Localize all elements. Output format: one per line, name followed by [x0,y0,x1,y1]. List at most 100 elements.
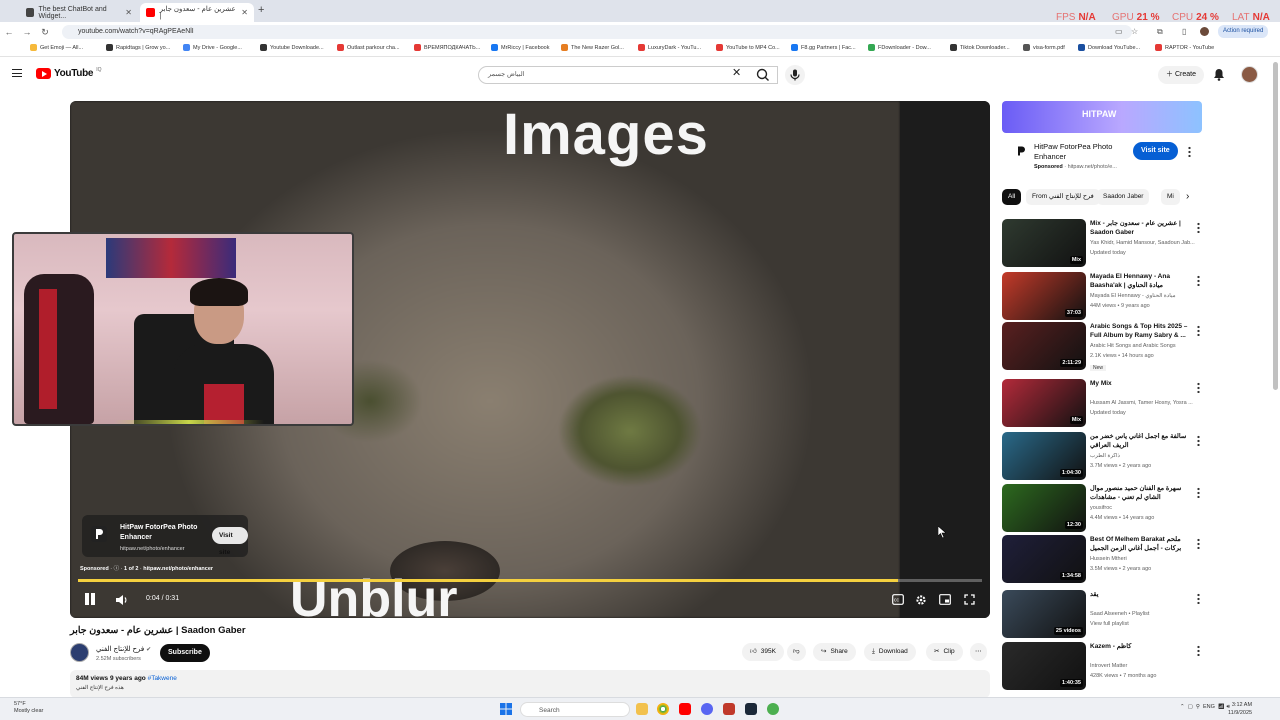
address-bar[interactable]: youtube.com/watch?v=qRAgPEAeNlI [62,25,1132,39]
bookmark-item[interactable]: Youtube Downloade... [260,44,324,51]
recommendation-item[interactable]: 2:11:29 Arabic Songs & Top Hits 2025 – Fu… [1002,322,1202,372]
recommendation-title[interactable]: Mix - عشرين عام - سعدون جابر | Saadon Ga… [1090,220,1192,237]
bookmark-item[interactable]: The New Razer Gol... [561,44,624,51]
more-options-icon[interactable] [1197,487,1200,498]
chip-more[interactable]: Mi [1161,189,1180,205]
video-thumbnail[interactable]: 37:03 [1002,272,1086,320]
video-thumbnail[interactable]: 2:11:29 [1002,322,1086,370]
app-icon[interactable] [767,703,779,715]
channel-avatar[interactable] [70,643,89,662]
like-button[interactable]: 👍︎ 395K [742,643,784,661]
close-icon[interactable]: ✕ [241,8,248,17]
settings-gear-icon[interactable] [915,594,927,606]
volume-icon[interactable] [115,594,129,606]
recommendation-title[interactable]: Arabic Songs & Top Hits 2025 – Full Albu… [1090,323,1192,340]
action-required-badge[interactable]: Action required [1218,25,1269,38]
clip-button[interactable]: ✂ Clip [926,643,963,661]
recommendation-title[interactable]: سهرة مع الفنان حميد منصور موال الشاي لم … [1090,485,1192,502]
create-button[interactable]: ＋ Create [1158,66,1204,84]
chip-saadon-jaber[interactable]: Saadon Jaber [1097,189,1150,205]
close-icon[interactable]: ✕ [125,8,132,17]
chip-from-channel[interactable]: From فرح للإنتاج الفني [1026,189,1100,205]
video-thumbnail[interactable]: 1:34:58 [1002,535,1086,583]
bookmark-item[interactable]: F8.gg Partners | Fac... [791,44,856,51]
bookmark-item[interactable]: My Drive - Google... [183,44,242,51]
more-options-icon[interactable] [1197,275,1200,286]
recommendation-title[interactable]: يقد [1090,591,1192,600]
share-button[interactable]: ↪ Share [813,643,856,661]
cast-icon[interactable]: ▭ [1115,27,1123,36]
more-options-icon[interactable] [1197,538,1200,549]
bookmark-item[interactable]: Download YouTube... [1078,44,1140,51]
system-tray[interactable]: ⌃ ▢ ⚲ ENG 📶︎ 🔊︎ [1180,704,1230,711]
account-avatar[interactable] [1241,66,1258,83]
miniplayer-icon[interactable] [939,594,951,605]
clock[interactable]: 3:12 AM 11/9/2025 [1228,701,1252,717]
hamburger-menu-icon[interactable] [12,69,22,77]
discord-icon[interactable] [701,703,713,715]
progress-bar[interactable] [78,579,982,582]
bookmark-item[interactable]: MrRiccy | Facebook [491,44,550,51]
sidebar-ad-banner[interactable]: HITPAW [1002,101,1202,133]
player-ad-card[interactable]: HitPaw FotorPea Photo Enhancer hitpaw.ne… [82,515,248,557]
weather-widget[interactable]: 57°F Mostly clear [14,701,43,715]
tab-youtube[interactable]: عشرين عام - سعدون جابر | ✕ [140,3,254,22]
recommendation-title[interactable]: سالفة مع أجمل أغاني ياس خضر من الريف الع… [1090,433,1192,450]
media-app-icon[interactable] [723,703,735,715]
profile-avatar[interactable] [1200,27,1209,36]
taskbar-search[interactable]: Search [520,702,630,717]
video-thumbnail[interactable]: Mix [1002,379,1086,427]
sidebar-ad[interactable]: HITPAW HitPaw FotorPea Photo Enhancer Sp… [1002,101,1202,175]
video-thumbnail[interactable]: 1:40:35 [1002,642,1086,690]
bookmark-item[interactable]: Tiktok Downloader... [950,44,1010,51]
ad-visit-site-button[interactable]: Visit site [212,527,248,556]
recommendation-title[interactable]: My Mix [1090,380,1192,389]
chip-all[interactable]: All [1002,189,1022,205]
recommendation-title[interactable]: Best Of Melhem Barakat ملحم بركات - أجمل… [1090,536,1192,553]
sidebar-ad-visit-button[interactable]: Visit site [1133,142,1178,160]
more-options-icon[interactable] [1197,382,1200,393]
windows-start-icon[interactable] [500,703,512,715]
chevron-right-icon[interactable]: › [1186,191,1189,202]
recommendation-item[interactable]: 37:03 Mayada El Hennawy - Ana Baasha'ak |… [1002,272,1202,322]
bookmark-item[interactable]: Outlast parkour cha... [337,44,400,51]
file-explorer-icon[interactable] [636,703,648,715]
description-box[interactable]: 84M views 9 years ago #Takwene هذه فرح ا… [70,670,990,698]
clear-search-icon[interactable]: ✕ [732,66,741,79]
more-options-icon[interactable] [1197,593,1200,604]
bookmark-item[interactable]: Get Emoji — All... [30,44,83,51]
search-button[interactable] [750,66,778,84]
more-options-icon[interactable] [1197,435,1200,446]
more-actions-button[interactable]: ⋯ [970,643,987,661]
video-thumbnail[interactable]: 12:30 [1002,484,1086,532]
youtube-logo[interactable]: YouTube IQ [36,67,101,79]
youtube-app-icon[interactable] [679,703,691,715]
dislike-button[interactable]: 👎︎ [787,643,806,661]
new-tab-icon[interactable]: + [258,4,264,16]
star-icon[interactable]: ☆ [1131,27,1138,36]
more-options-icon[interactable] [1197,325,1200,336]
video-thumbnail[interactable]: 1:04:30 [1002,432,1086,480]
reload-icon[interactable]: ↻ [36,27,54,38]
recommendation-title[interactable]: Kazem - كاظم [1090,643,1192,652]
fullscreen-icon[interactable] [964,594,975,605]
notifications-bell-icon[interactable] [1213,68,1225,81]
recommendation-item[interactable]: Mix My Mix Hussam Al Jassmi, Tamer Hosny, … [1002,379,1202,429]
tab-chatbot[interactable]: The best ChatBot and Widget... ✕ [20,3,138,22]
captions-icon[interactable]: cc [892,594,904,605]
bookmark-item[interactable]: FDownloader - Dow... [868,44,931,51]
video-thumbnail[interactable]: 25 videos [1002,590,1086,638]
back-icon[interactable]: ← [0,27,18,37]
recommendation-title[interactable]: Mayada El Hennawy - Ana Baasha'ak | مياد… [1090,273,1192,290]
bookmark-item[interactable]: RAPTOR - YouTube [1155,44,1214,51]
bookmark-item[interactable]: LuxuryDark - YouTu... [638,44,701,51]
page-scrollbar[interactable] [1273,62,1278,390]
more-options-icon[interactable] [1197,222,1200,233]
recommendation-item[interactable]: 1:34:58 Best Of Melhem Barakat ملحم بركات… [1002,535,1202,585]
voice-search-button[interactable] [785,65,805,85]
recommendation-item[interactable]: Mix Mix - عشرين عام - سعدون جابر | Saadon… [1002,219,1202,269]
more-options-icon[interactable] [1188,146,1191,157]
chrome-icon[interactable] [657,703,669,715]
recommendation-item[interactable]: 12:30 سهرة مع الفنان حميد منصور موال الشا… [1002,484,1202,534]
subscribe-button[interactable]: Subscribe [160,644,210,662]
